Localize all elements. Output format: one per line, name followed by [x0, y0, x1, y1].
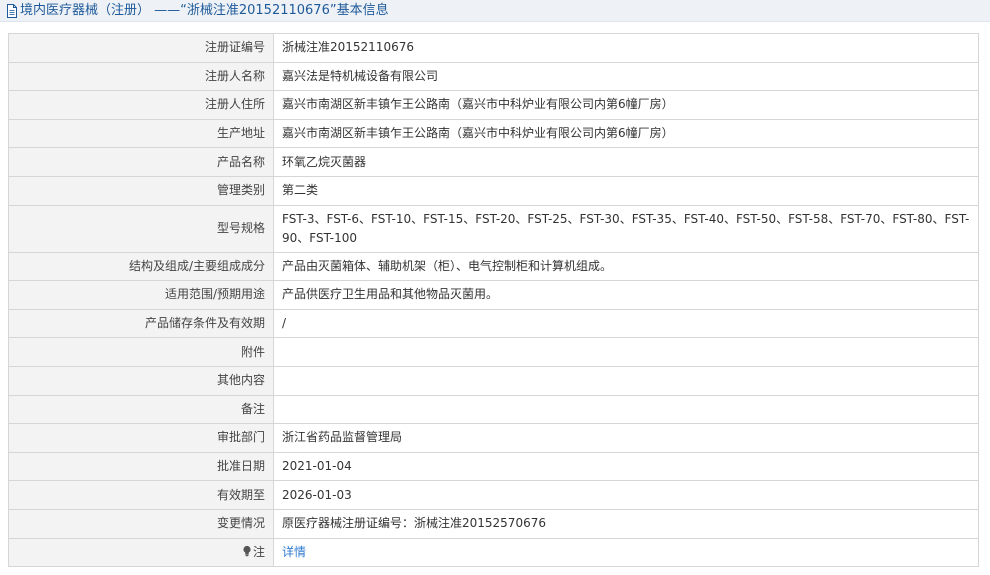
field-value: 2021-01-04 [273, 451, 979, 482]
info-table: 注册证编号 浙械注准20152110676 注册人名称 嘉兴法是特机械设备有限公司 注册… [8, 33, 979, 568]
field-label: 批准日期 [8, 451, 274, 482]
table-row: 审批部门 浙江省药品监督管理局 [8, 423, 979, 453]
lightbulb-icon [242, 544, 252, 556]
table-row: 变更情况 原医疗器械注册证编号：浙械注准20152570676 [8, 508, 979, 539]
field-value [273, 394, 979, 425]
table-row: 注 详情 [8, 537, 979, 568]
table-row: 备注 [8, 394, 979, 425]
field-value: 嘉兴市南湖区新丰镇乍王公路南（嘉兴市中科炉业有限公司内第6幢厂房） [273, 118, 979, 149]
field-value: 第二类 [273, 175, 979, 206]
field-value: / [273, 308, 979, 339]
info-table-body: 注册证编号 浙械注准20152110676 注册人名称 嘉兴法是特机械设备有限公司 注册… [8, 33, 979, 539]
field-label: 结构及组成/主要组成成分 [8, 251, 274, 282]
table-row: 批准日期 2021-01-04 [8, 451, 979, 482]
field-value [273, 365, 979, 396]
field-label: 适用范围/预期用途 [8, 280, 274, 310]
table-row: 型号规格 FST-3、FST-6、FST-10、FST-15、FST-20、FST… [8, 204, 979, 253]
page-title: 境内医疗器械（注册） ——“浙械注准20152110676”基本信息 [20, 2, 389, 18]
document-icon [6, 3, 18, 18]
field-value: 2026-01-03 [273, 480, 979, 510]
field-value [273, 337, 979, 367]
field-label: 有效期至 [8, 480, 274, 510]
field-label: 注册人住所 [8, 90, 274, 120]
table-row: 结构及组成/主要组成成分 产品由灭菌箱体、辅助机架（柜）、电气控制柜和计算机组成。 [8, 251, 979, 282]
note-label: 注 [252, 544, 265, 559]
table-row: 其他内容 [8, 365, 979, 396]
field-value: 产品由灭菌箱体、辅助机架（柜）、电气控制柜和计算机组成。 [273, 251, 979, 282]
table-row: 生产地址 嘉兴市南湖区新丰镇乍王公路南（嘉兴市中科炉业有限公司内第6幢厂房） [8, 118, 979, 149]
table-row: 产品名称 环氧乙烷灭菌器 [8, 147, 979, 177]
table-row: 产品储存条件及有效期 / [8, 308, 979, 339]
table-row: 有效期至 2026-01-03 [8, 480, 979, 510]
details-link[interactable]: 详情 [282, 545, 306, 559]
field-label: 注册人名称 [8, 61, 274, 92]
field-value: 原医疗器械注册证编号：浙械注准20152570676 [273, 508, 979, 539]
field-value: 产品供医疗卫生用品和其他物品灭菌用。 [273, 280, 979, 310]
table-row: 管理类别 第二类 [8, 175, 979, 206]
field-label: 注册证编号 [8, 33, 274, 63]
table-row: 注册人名称 嘉兴法是特机械设备有限公司 [8, 61, 979, 92]
field-value: 嘉兴法是特机械设备有限公司 [273, 61, 979, 92]
field-label: 附件 [8, 337, 274, 367]
field-label: 型号规格 [8, 204, 274, 253]
field-value: FST-3、FST-6、FST-10、FST-15、FST-20、FST-25、… [273, 204, 979, 253]
table-row: 注册人住所 嘉兴市南湖区新丰镇乍王公路南（嘉兴市中科炉业有限公司内第6幢厂房） [8, 90, 979, 120]
note-value-cell: 详情 [273, 537, 979, 568]
table-row: 适用范围/预期用途 产品供医疗卫生用品和其他物品灭菌用。 [8, 280, 979, 310]
field-label: 备注 [8, 394, 274, 425]
field-label: 管理类别 [8, 175, 274, 206]
field-label: 审批部门 [8, 423, 274, 453]
field-value: 浙江省药品监督管理局 [273, 423, 979, 453]
page-title-bar: 境内医疗器械（注册） ——“浙械注准20152110676”基本信息 [0, 0, 990, 22]
field-label: 变更情况 [8, 508, 274, 539]
field-value: 浙械注准20152110676 [273, 33, 979, 63]
field-label: 其他内容 [8, 365, 274, 396]
field-label: 产品名称 [8, 147, 274, 177]
note-section: 注 详情 [8, 537, 979, 568]
field-value: 环氧乙烷灭菌器 [273, 147, 979, 177]
field-label: 生产地址 [8, 118, 274, 149]
note-label-cell: 注 [8, 537, 274, 568]
field-value: 嘉兴市南湖区新丰镇乍王公路南（嘉兴市中科炉业有限公司内第6幢厂房） [273, 90, 979, 120]
table-row: 注册证编号 浙械注准20152110676 [8, 33, 979, 63]
table-row: 附件 [8, 337, 979, 367]
field-label: 产品储存条件及有效期 [8, 308, 274, 339]
